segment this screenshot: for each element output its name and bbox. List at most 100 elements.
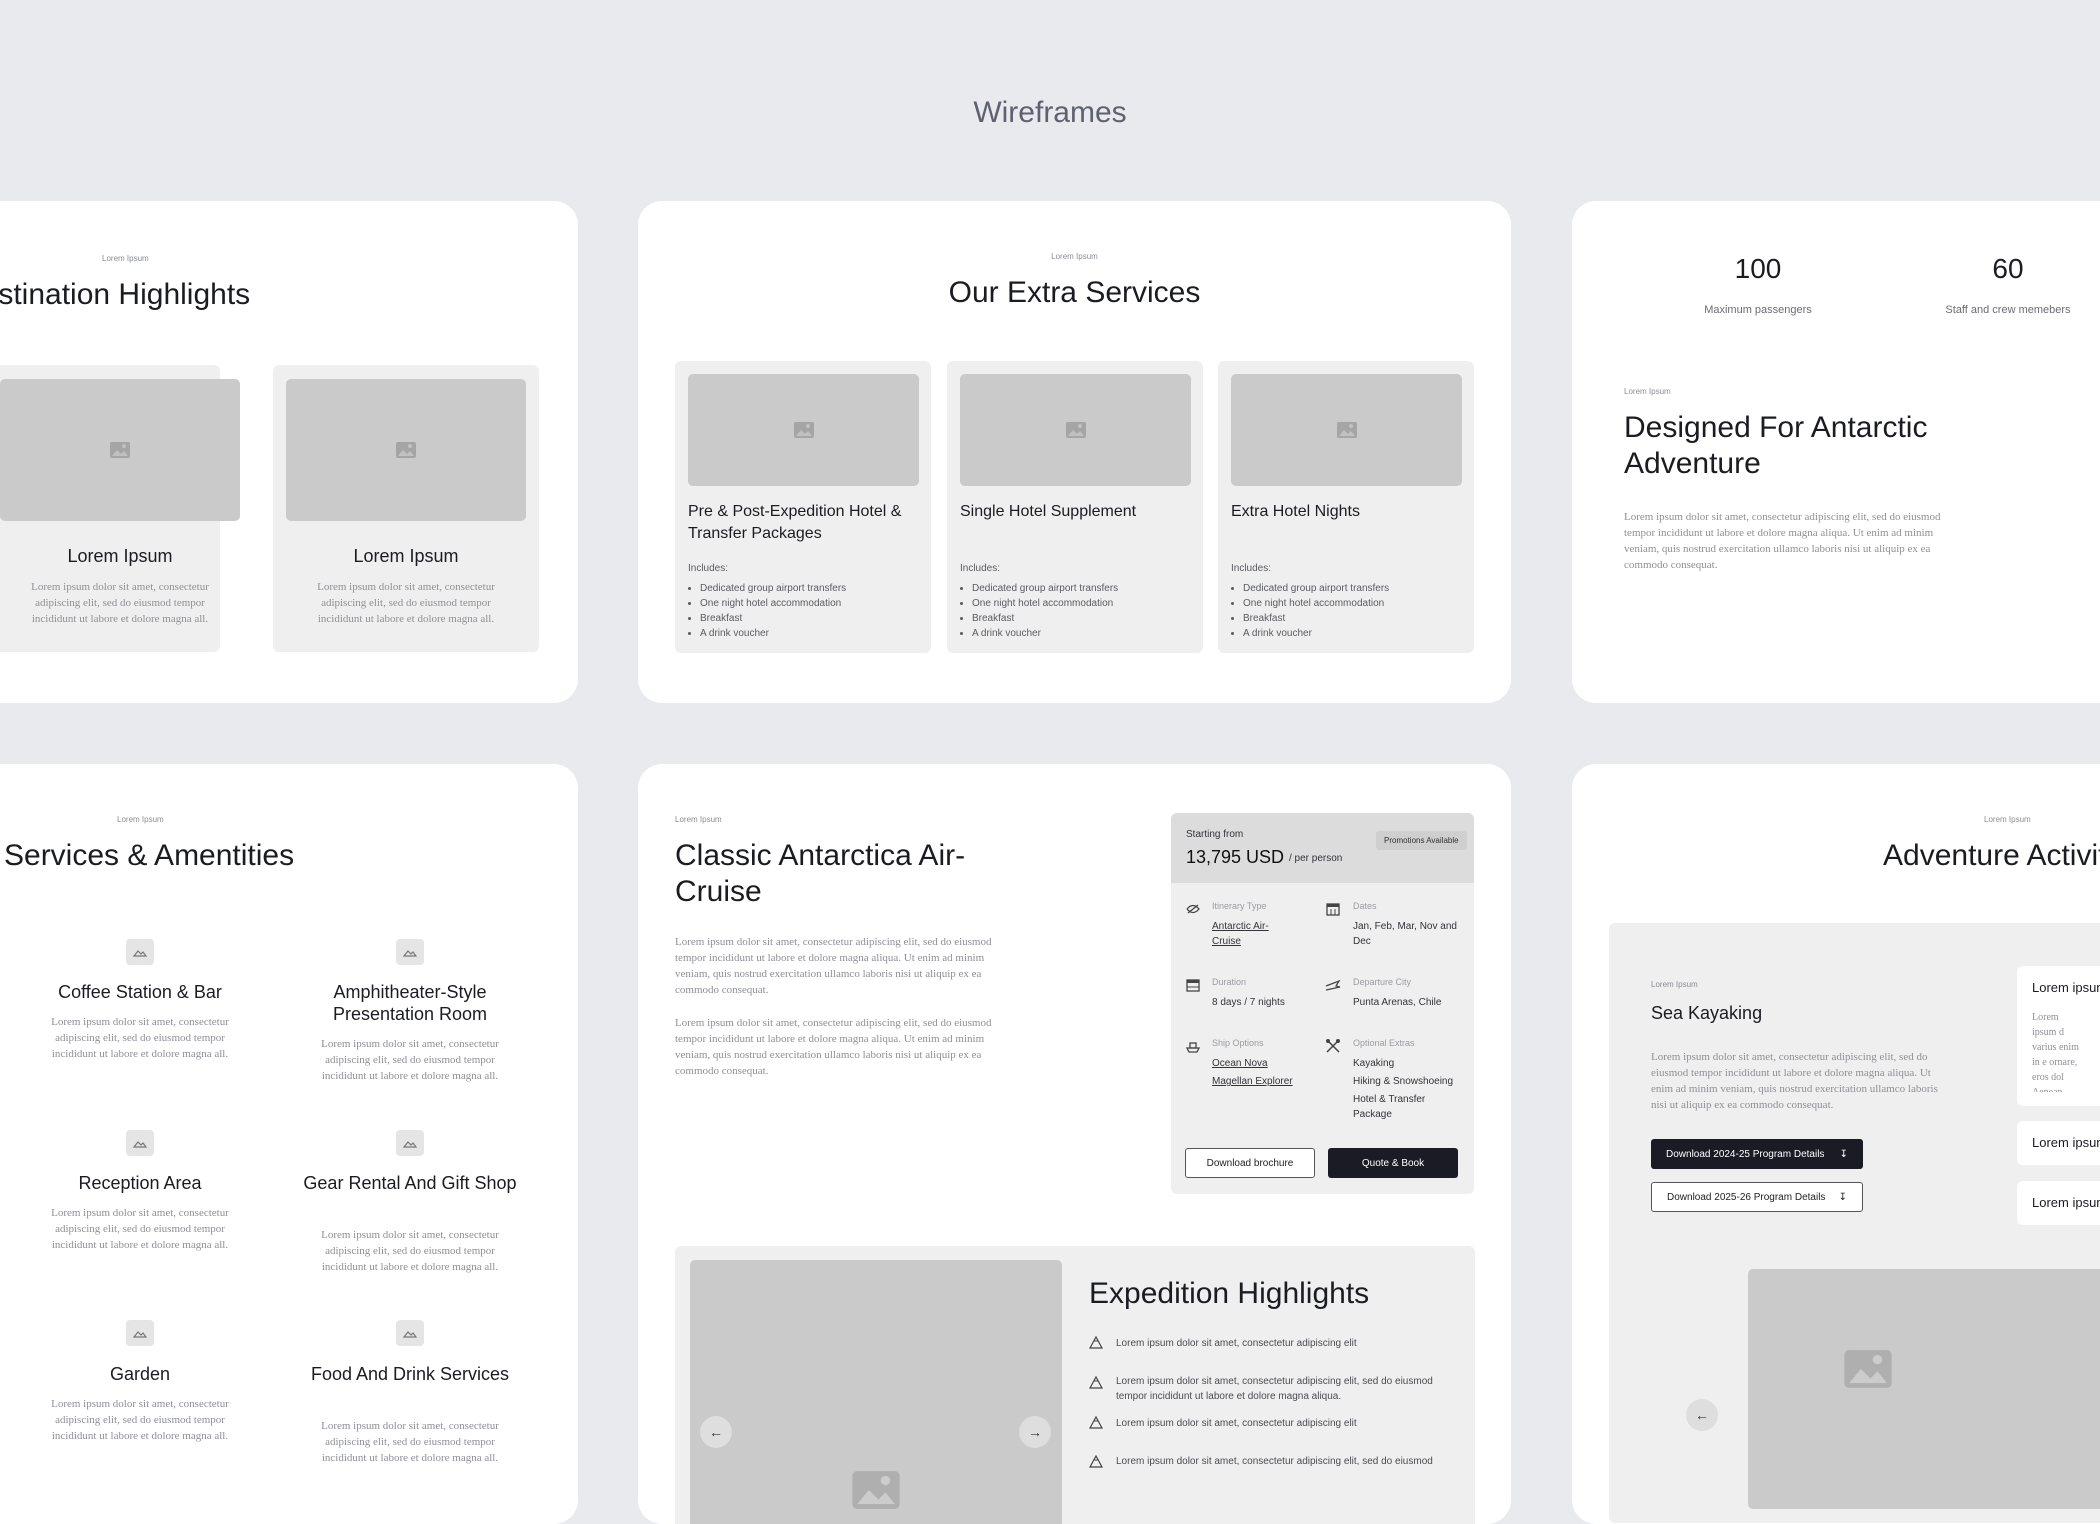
highlights-heading: Expedition Highlights [1089, 1277, 1370, 1310]
image-icon [396, 442, 416, 458]
duration-value: 8 days / 7 nights [1212, 997, 1285, 1008]
extras-value: Hiking & Snowshoeing [1353, 1076, 1454, 1087]
amenity-title: Reception Area [78, 1173, 202, 1193]
service-bullets: Dedicated group airport transfers One ni… [960, 581, 1118, 641]
image-icon [793, 422, 814, 438]
service-title: Pre & Post-Expedition Hotel & Transfer P… [688, 503, 902, 542]
image-placeholder [690, 1260, 1062, 1524]
destination-card[interactable]: Lorem Ipsum Lorem ipsum dolor sit amet, … [0, 365, 240, 652]
cruise-card: Lorem Ipsum Classic Antarctica Air-Cruis… [638, 764, 1511, 1524]
quote-book-button[interactable]: Quote & Book [1328, 1148, 1458, 1178]
adventure-activities-card: Lorem Ipsum Adventure Activities Lorem I… [1572, 764, 2100, 1524]
image-placeholder [1748, 1269, 2100, 1509]
accordion-item[interactable]: Lorem ipsum [2017, 1121, 2100, 1165]
highlight-item: Lorem ipsum dolor sit amet, consectetur … [1116, 1338, 1357, 1349]
download-icon: ↧ [1838, 1191, 1847, 1203]
bullet: One night hotel accommodation [972, 596, 1118, 611]
carousel-prev-button[interactable]: ← [700, 1416, 732, 1448]
activity-body: Lorem ipsum dolor sit amet, consectetur … [1651, 1051, 1938, 1111]
service-card[interactable]: Extra Hotel Nights Includes: Dedicated g… [1218, 361, 1474, 653]
starting-label: Starting from [1186, 829, 1244, 840]
amenity-title: Food And Drink Services [310, 1364, 510, 1384]
service-bullets: Dedicated group airport transfers One ni… [688, 581, 846, 641]
itinerary-value[interactable]: Antarctic Air-Cruise [1212, 919, 1282, 949]
ship-icon [1185, 1042, 1201, 1053]
image-icon [1844, 1350, 1892, 1388]
download-program-2025-button[interactable]: Download 2025-26 Program Details ↧ [1651, 1182, 1863, 1212]
service-bullets: Dedicated group airport transfers One ni… [1231, 581, 1389, 641]
section-heading: Our Extra Services [948, 276, 1201, 309]
amenity-icon [126, 939, 154, 965]
section-heading: Services & Amentities [4, 839, 295, 872]
image-placeholder [0, 379, 240, 521]
amenity-desc: Lorem ipsum dolor sit amet, consectetur … [321, 1229, 499, 1273]
carousel-prev-button[interactable]: ← [1686, 1399, 1718, 1431]
promotions-badge[interactable]: Promotions Available [1376, 831, 1467, 850]
price-amount: 13,795 USD [1186, 847, 1285, 867]
accordion-item[interactable]: Lorem ipsum Lorem ipsum d varius enim in… [2017, 966, 2100, 1106]
amenity-title: Coffee Station & Bar [58, 982, 222, 1002]
includes-label: Includes: [960, 563, 1001, 574]
amenity-icon [396, 1320, 424, 1346]
cruise-body: Lorem ipsum dolor sit amet, consectetur … [675, 1017, 992, 1077]
image-placeholder [286, 379, 526, 521]
bullet: A drink voucher [972, 626, 1118, 641]
stat-label: Staff and crew memebers [1945, 304, 2071, 316]
ship-option[interactable]: Ocean Nova [1212, 1056, 1268, 1071]
bullet: Breakfast [972, 611, 1118, 626]
download-program-2024-button[interactable]: Download 2024-25 Program Details ↧ [1651, 1139, 1863, 1169]
amenity-title: Gear Rental And Gift Shop [303, 1173, 517, 1193]
image-placeholder [1231, 374, 1462, 486]
amenity-desc: Lorem ipsum dolor sit amet, consectetur … [51, 1207, 229, 1251]
plane-icon [1325, 979, 1341, 991]
destination-card[interactable]: Lorem Ipsum Lorem ipsum dolor sit amet, … [273, 365, 539, 652]
amenity-desc: Lorem ipsum dolor sit amet, consectetur … [321, 1420, 499, 1464]
amenity-icon [126, 1320, 154, 1346]
bullet: A drink voucher [700, 626, 846, 641]
service-card[interactable]: Pre & Post-Expedition Hotel & Transfer P… [675, 361, 931, 653]
stat-label: Maximum passengers [1704, 304, 1812, 316]
departure-label: Departure City [1353, 977, 1412, 987]
mountain-icon [1089, 1454, 1103, 1468]
eyebrow: Lorem Ipsum [102, 254, 149, 263]
image-icon [1065, 422, 1086, 438]
bullet: A drink voucher [1243, 626, 1389, 641]
eyebrow: Lorem Ipsum [1984, 815, 2031, 824]
ship-option[interactable]: Magellan Explorer [1212, 1074, 1293, 1089]
section-heading: Designed For Antarctic Adventure [1624, 411, 1928, 480]
dates-value: Jan, Feb, Mar, Nov and Dec [1353, 921, 1457, 947]
bullet: One night hotel accommodation [700, 596, 846, 611]
activity-title: Sea Kayaking [1651, 1003, 1763, 1023]
activity-eyebrow: Lorem Ipsum [1651, 980, 1698, 989]
button-label: Download 2024-25 Program Details [1666, 1148, 1825, 1160]
bullet: Breakfast [1243, 611, 1389, 626]
amenity-icon [396, 1130, 424, 1156]
accordion-body: Lorem ipsum d varius enim in e ornare, e… [2032, 1012, 2079, 1092]
itinerary-icon [1186, 904, 1200, 914]
service-card[interactable]: Single Hotel Supplement Includes: Dedica… [947, 361, 1203, 653]
eyebrow: Lorem Ipsum [1624, 387, 1671, 396]
destination-title: Lorem Ipsum [353, 546, 459, 566]
amenity-image-icon [133, 1141, 147, 1148]
accordion-title: Lorem ipsum [2032, 1135, 2100, 1150]
carousel-next-button[interactable]: → [1019, 1416, 1051, 1448]
download-brochure-button[interactable]: Download brochure [1185, 1148, 1315, 1178]
extras-icon [1326, 1039, 1340, 1053]
accordion-item[interactable]: Lorem ipsum [2017, 1181, 2100, 1225]
accordion-title: Lorem ipsum [2032, 1195, 2100, 1210]
image-icon [852, 1471, 900, 1509]
expedition-highlights-panel: ← → Expedition Highlights Lorem ipsum do… [675, 1246, 1475, 1524]
stat-value: 100 [1734, 253, 1782, 284]
amenity-desc: Lorem ipsum dolor sit amet, consectetur … [51, 1398, 229, 1442]
amenity-image-icon [403, 950, 417, 957]
itinerary-label: Itinerary Type [1212, 901, 1267, 911]
includes-label: Includes: [688, 563, 729, 574]
amenities-card: Lorem Ipsum Services & Amentities Coffee… [0, 764, 578, 1524]
download-icon: ↧ [1839, 1148, 1848, 1160]
bullet: Dedicated group airport transfers [1243, 581, 1389, 596]
section-heading: Destination Highlights [0, 278, 251, 311]
mountain-icon [1089, 1335, 1103, 1349]
destination-desc: Lorem ipsum dolor sit amet, consectetur … [31, 581, 209, 625]
page-title: Wireframes [973, 96, 1127, 129]
amenity-desc: Lorem ipsum dolor sit amet, consectetur … [51, 1016, 229, 1060]
